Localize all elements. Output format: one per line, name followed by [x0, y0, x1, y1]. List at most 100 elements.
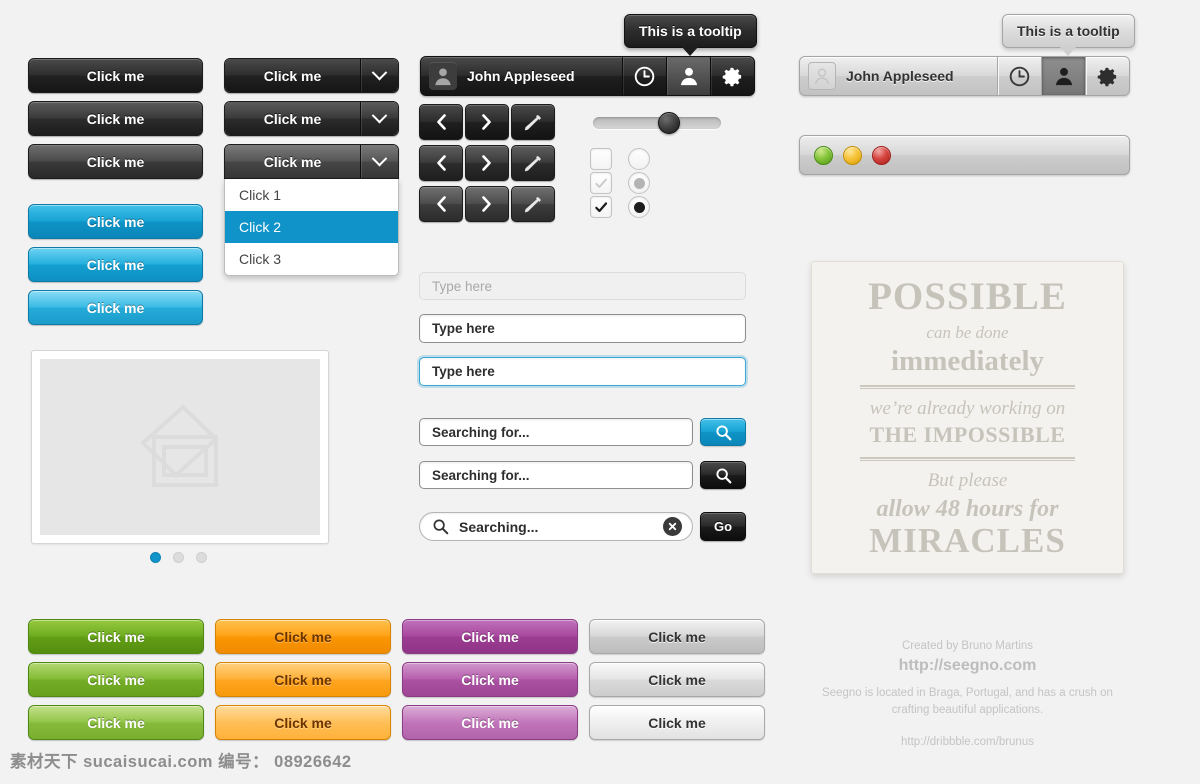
dropdown-button-open[interactable]: Click me — [224, 144, 399, 179]
search-button-blue[interactable] — [700, 418, 746, 446]
green-button-label: Click me — [87, 671, 145, 688]
toolbar-user-name: John Appleseed — [467, 68, 575, 84]
pagination-dot-2[interactable] — [173, 552, 184, 563]
silver-button-normal[interactable]: Click me — [589, 619, 765, 654]
radio-selected-disabled[interactable] — [628, 172, 650, 194]
checkbox-checked[interactable] — [590, 196, 612, 218]
blue-button-hover[interactable]: Click me — [28, 247, 203, 282]
pencil-button-pressed[interactable] — [511, 186, 555, 222]
dropdown-button-hover[interactable]: Click me — [224, 101, 399, 136]
chevron-down-icon[interactable] — [360, 145, 398, 178]
go-button-label: Go — [713, 519, 733, 534]
chevron-down-icon[interactable] — [360, 102, 398, 135]
credits-block: Created by Bruno Martins http://seegno.c… — [800, 638, 1135, 752]
tooltip-tail — [681, 46, 700, 56]
text-input-focused[interactable]: Type here — [419, 357, 746, 386]
green-button-pressed[interactable]: Click me — [28, 705, 204, 740]
user-icon[interactable] — [1041, 57, 1085, 95]
poster-line-8: MIRACLES — [869, 521, 1066, 561]
gear-icon[interactable] — [710, 57, 754, 95]
search-icon — [715, 424, 731, 440]
slider-track[interactable] — [593, 117, 721, 129]
radio-dot — [633, 177, 645, 189]
orange-button-hover[interactable]: Click me — [215, 662, 391, 697]
dropdown-item-1[interactable]: Click 1 — [225, 179, 398, 211]
credits-dribbble-link[interactable]: http://dribbble.com/brunus — [800, 734, 1135, 752]
close-light[interactable] — [872, 145, 891, 165]
green-button-hover[interactable]: Click me — [28, 662, 204, 697]
clock-icon[interactable] — [997, 57, 1041, 95]
toolbar-user-name: John Appleseed — [846, 68, 954, 84]
text-input-placeholder[interactable]: Type here — [419, 272, 746, 300]
dropdown-button-label: Click me — [225, 59, 360, 92]
pencil-button-hover[interactable] — [511, 145, 555, 181]
search-pill[interactable]: Searching... — [419, 512, 693, 541]
poster-line-2: can be done — [926, 322, 1009, 342]
user-icon[interactable] — [666, 57, 710, 95]
go-button[interactable]: Go — [700, 512, 746, 541]
text-input-value: Type here — [432, 364, 495, 379]
dark-button-pressed[interactable]: Click me — [28, 144, 203, 179]
radio-unselected[interactable] — [628, 148, 650, 170]
dark-button-hover[interactable]: Click me — [28, 101, 203, 136]
search-button-black[interactable] — [700, 461, 746, 489]
toolbar-user[interactable]: John Appleseed — [421, 57, 622, 95]
dropdown-item-2[interactable]: Click 2 — [225, 211, 398, 243]
image-placeholder — [31, 350, 329, 544]
maximize-light[interactable] — [843, 145, 862, 165]
slider-handle[interactable] — [658, 112, 680, 134]
search-input-blue[interactable]: Searching for... — [419, 418, 693, 446]
ui-kit-canvas: Click me Click me Click me Click me Clic… — [0, 0, 1200, 784]
dark-button-label: Click me — [86, 153, 145, 170]
chevron-right-button-pressed[interactable] — [465, 186, 509, 222]
dropdown-button-normal[interactable]: Click me — [224, 58, 399, 93]
chevron-left-icon — [437, 196, 446, 212]
poster-line-3: immediately — [890, 344, 1044, 377]
clock-icon[interactable] — [622, 57, 666, 95]
clear-circle-icon[interactable] — [663, 517, 682, 536]
chevron-left-button-pressed[interactable] — [419, 186, 463, 222]
blue-button-normal[interactable]: Click me — [28, 204, 203, 239]
search-input-black[interactable]: Searching for... — [419, 461, 693, 489]
chevron-left-button-hover[interactable] — [419, 145, 463, 181]
chevron-right-button-hover[interactable] — [465, 145, 509, 181]
orange-button-normal[interactable]: Click me — [215, 619, 391, 654]
gear-icon[interactable] — [1085, 57, 1129, 95]
chevron-right-button-normal[interactable] — [465, 104, 509, 140]
purple-button-hover[interactable]: Click me — [402, 662, 578, 697]
poster-line-1: POSSIBLE — [868, 274, 1067, 318]
search-icon — [715, 467, 731, 483]
credits-created-by: Created by Bruno Martins — [901, 640, 1034, 652]
tooltip-tail — [1059, 46, 1078, 56]
checkbox-unchecked[interactable] — [590, 148, 612, 170]
green-button-normal[interactable]: Click me — [28, 619, 204, 654]
silver-button-hover[interactable]: Click me — [589, 662, 765, 697]
dark-button-normal[interactable]: Click me — [28, 58, 203, 93]
purple-button-normal[interactable]: Click me — [402, 619, 578, 654]
chevron-left-icon — [437, 114, 446, 130]
chevron-right-icon — [482, 155, 491, 171]
toolbar-user[interactable]: John Appleseed — [800, 57, 997, 95]
credits-about-line-1: Seegno is located in Braga, Portugal, an… — [822, 686, 1113, 699]
checkbox-checked-disabled[interactable] — [590, 172, 612, 194]
blue-button-pressed[interactable]: Click me — [28, 290, 203, 325]
pagination-dot-1[interactable] — [150, 552, 161, 563]
orange-button-pressed[interactable]: Click me — [215, 705, 391, 740]
dropdown-item-3[interactable]: Click 3 — [225, 243, 398, 275]
radio-selected[interactable] — [628, 196, 650, 218]
credits-site-link[interactable]: http://seegno.com — [800, 656, 1135, 677]
chevron-down-icon[interactable] — [360, 59, 398, 92]
user-avatar-icon — [808, 62, 836, 90]
pencil-button-normal[interactable] — [511, 104, 555, 140]
silver-button-pressed[interactable]: Click me — [589, 705, 765, 740]
purple-button-pressed[interactable]: Click me — [402, 705, 578, 740]
orange-button-label: Click me — [274, 671, 332, 688]
minimize-light[interactable] — [814, 145, 833, 165]
dropdown-button-label: Click me — [225, 145, 360, 178]
chevron-right-icon — [482, 114, 491, 130]
chevron-left-button-normal[interactable] — [419, 104, 463, 140]
stock-watermark: 素材天下 sucaisucai.com 编号： 08926642 — [10, 753, 352, 771]
pagination-dot-3[interactable] — [196, 552, 207, 563]
text-input-normal[interactable]: Type here — [419, 314, 746, 343]
tooltip-dark: This is a tooltip — [624, 14, 757, 56]
